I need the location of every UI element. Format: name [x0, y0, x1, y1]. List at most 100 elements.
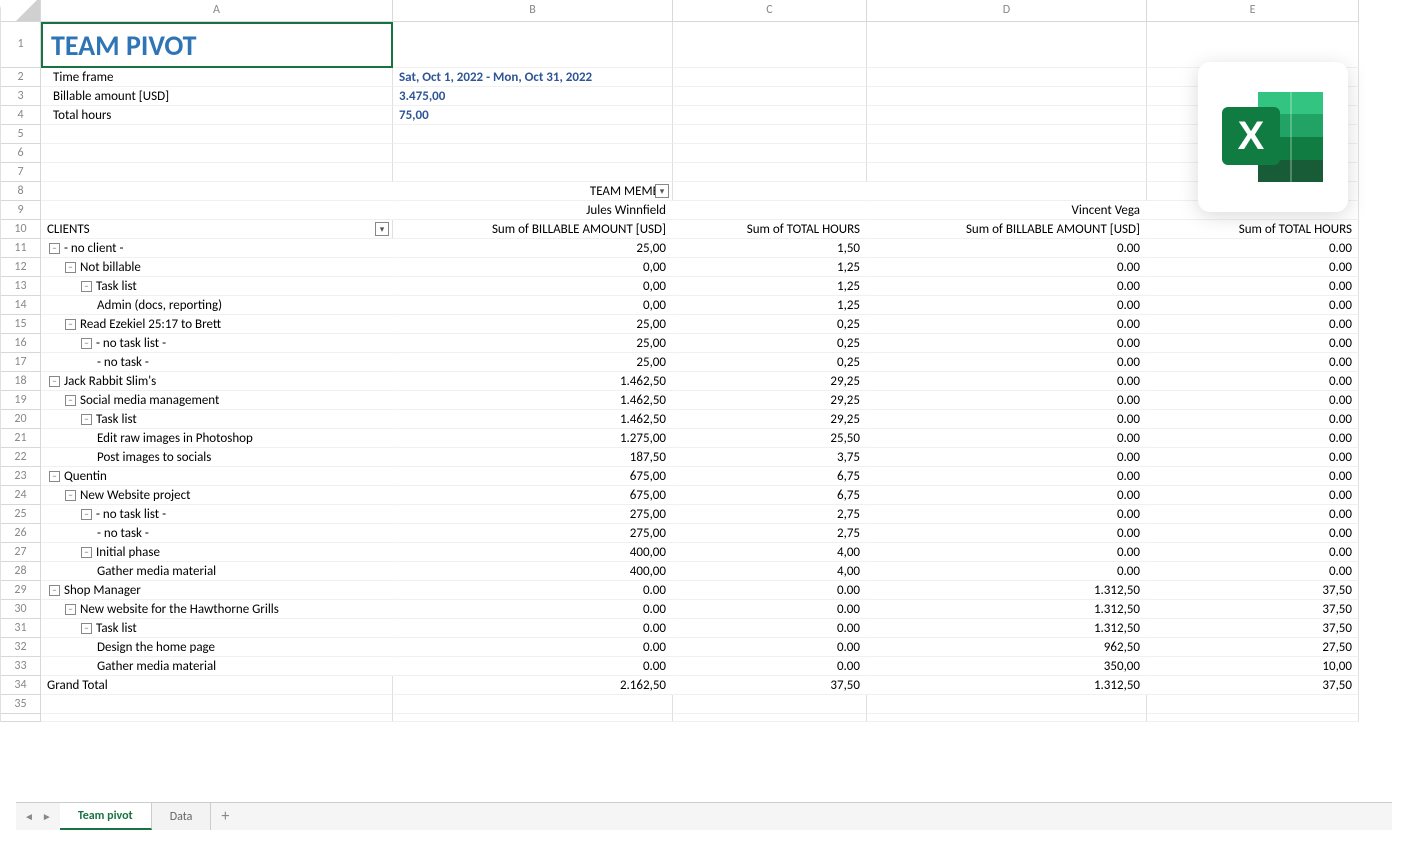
pivot-row-label[interactable]: −- no task list -	[41, 505, 393, 524]
pivot-row-label[interactable]: −New Website project	[41, 486, 393, 505]
row-header-32[interactable]: 32	[1, 638, 41, 657]
empty-cell[interactable]	[1147, 695, 1359, 714]
row-header-8[interactable]: 8	[1, 182, 41, 201]
pivot-cell[interactable]: 29,25	[673, 372, 867, 391]
pivot-cell[interactable]: 29,25	[673, 391, 867, 410]
pivot-row-label[interactable]: Edit raw images in Photoshop	[41, 429, 393, 448]
col-header-D[interactable]: D	[867, 0, 1147, 22]
pivot-cell[interactable]: 4,00	[673, 543, 867, 562]
pivot-cell[interactable]: 0.00	[1147, 505, 1359, 524]
collapse-icon[interactable]: −	[65, 604, 76, 615]
cell-A3[interactable]: Billable amount [USD]	[41, 87, 393, 106]
pivot-cell[interactable]: 0.00	[393, 638, 673, 657]
pivot-cell[interactable]: 25,00	[393, 334, 673, 353]
row-header-3[interactable]: 3	[1, 87, 41, 106]
cell-D6[interactable]	[867, 144, 1147, 163]
pivot-cell[interactable]: 0.00	[867, 562, 1147, 581]
cell-A2[interactable]: Time frame	[41, 68, 393, 87]
pivot-row-label[interactable]: Post images to socials	[41, 448, 393, 467]
row-header-11[interactable]: 11	[1, 239, 41, 258]
row-header-5[interactable]: 5	[1, 125, 41, 144]
collapse-icon[interactable]: −	[81, 509, 92, 520]
pivot-cell[interactable]: 25,00	[393, 239, 673, 258]
pivot-cell[interactable]: 37,50	[1147, 600, 1359, 619]
row-header-31[interactable]: 31	[1, 619, 41, 638]
pivot-cell[interactable]: 0,00	[393, 296, 673, 315]
row-header-17[interactable]: 17	[1, 353, 41, 372]
pivot-cell[interactable]: 1.462,50	[393, 391, 673, 410]
pivot-row-label[interactable]: −Read Ezekiel 25:17 to Brett	[41, 315, 393, 334]
cell-B5[interactable]	[393, 125, 673, 144]
pivot-cell[interactable]: 0.00	[1147, 315, 1359, 334]
row-header-6[interactable]: 6	[1, 144, 41, 163]
pivot-cell[interactable]: 0.00	[673, 638, 867, 657]
collapse-icon[interactable]: −	[81, 338, 92, 349]
pivot-cell[interactable]: 0.00	[673, 619, 867, 638]
pivot-cell[interactable]: 962,50	[867, 638, 1147, 657]
cell-C3[interactable]	[673, 87, 867, 106]
pivot-cell[interactable]: 1.462,50	[393, 410, 673, 429]
pivot-row-label[interactable]: −Quentin	[41, 467, 393, 486]
pivot-cell[interactable]: 0.00	[393, 600, 673, 619]
pivot-cell[interactable]: 0.00	[867, 543, 1147, 562]
row-header-22[interactable]: 22	[1, 448, 41, 467]
cell-D2[interactable]	[867, 68, 1147, 87]
add-sheet-button[interactable]: +	[211, 807, 239, 826]
pivot-cell[interactable]: 1.312,50	[867, 581, 1147, 600]
pivot-cell[interactable]: 400,00	[393, 562, 673, 581]
row-header-20[interactable]: 20	[1, 410, 41, 429]
cell-D9-member2[interactable]: Vincent Vega	[867, 201, 1147, 220]
pivot-cell[interactable]: 0.00	[867, 410, 1147, 429]
col-header-B[interactable]: B	[393, 0, 673, 22]
pivot-row-label[interactable]: −Social media management	[41, 391, 393, 410]
pivot-cell[interactable]: 1,25	[673, 296, 867, 315]
pivot-cell[interactable]: 0,25	[673, 334, 867, 353]
pivot-cell[interactable]: 0.00	[867, 353, 1147, 372]
pivot-cell[interactable]: 0.00	[1147, 391, 1359, 410]
pivot-row-label[interactable]: −Task list	[41, 277, 393, 296]
empty-cell[interactable]	[1147, 714, 1359, 722]
pivot-cell[interactable]: 0.00	[867, 486, 1147, 505]
cell-D3[interactable]	[867, 87, 1147, 106]
pivot-cell[interactable]: 0.00	[867, 505, 1147, 524]
row-header-24[interactable]: 24	[1, 486, 41, 505]
cell-A6[interactable]	[41, 144, 393, 163]
pivot-row-label[interactable]: −Initial phase	[41, 543, 393, 562]
grand-total-label[interactable]: Grand Total	[41, 676, 393, 695]
row-header-2[interactable]: 2	[1, 68, 41, 87]
cell-C5[interactable]	[673, 125, 867, 144]
grid[interactable]: A B C D E 1 TEAM PIVOT 2 Time frame Sat,…	[0, 0, 1408, 722]
pivot-row-label[interactable]: Admin (docs, reporting)	[41, 296, 393, 315]
pivot-cell[interactable]: 0.00	[393, 581, 673, 600]
empty-cell[interactable]	[673, 714, 867, 722]
pivot-cell[interactable]: 0.00	[867, 372, 1147, 391]
pivot-cell[interactable]: 675,00	[393, 467, 673, 486]
pivot-cell[interactable]: 10,00	[1147, 657, 1359, 676]
pivot-cell[interactable]: 1,25	[673, 258, 867, 277]
pivot-cell[interactable]: 0.00	[1147, 277, 1359, 296]
pivot-cell[interactable]: 0.00	[867, 239, 1147, 258]
pivot-cell[interactable]: 187,50	[393, 448, 673, 467]
pivot-row-label[interactable]: −- no task list -	[41, 334, 393, 353]
pivot-row-label[interactable]: - no task -	[41, 524, 393, 543]
empty-cell[interactable]	[393, 695, 673, 714]
pivot-cell[interactable]: 2,75	[673, 524, 867, 543]
pivot-cell[interactable]: 0.00	[867, 315, 1147, 334]
pivot-cell[interactable]: 0.00	[1147, 562, 1359, 581]
pivot-cell[interactable]: 0.00	[867, 258, 1147, 277]
cell-B1[interactable]	[393, 22, 673, 68]
cell-D5[interactable]	[867, 125, 1147, 144]
cell-D10[interactable]: Sum of BILLABLE AMOUNT [USD]	[867, 220, 1147, 239]
cell-B8-team-member-dd[interactable]: TEAM MEMBE▾	[393, 182, 673, 201]
cell-A5[interactable]	[41, 125, 393, 144]
cell-C9[interactable]	[673, 201, 867, 220]
pivot-cell[interactable]: 0.00	[673, 581, 867, 600]
grand-total-cell[interactable]: 1.312,50	[867, 676, 1147, 695]
pivot-cell[interactable]: 0,00	[393, 277, 673, 296]
pivot-cell[interactable]: 2,75	[673, 505, 867, 524]
cell-C7[interactable]	[673, 163, 867, 182]
collapse-icon[interactable]: −	[49, 471, 60, 482]
pivot-cell[interactable]: 0.00	[1147, 372, 1359, 391]
cell-A7[interactable]	[41, 163, 393, 182]
pivot-row-label[interactable]: −Shop Manager	[41, 581, 393, 600]
